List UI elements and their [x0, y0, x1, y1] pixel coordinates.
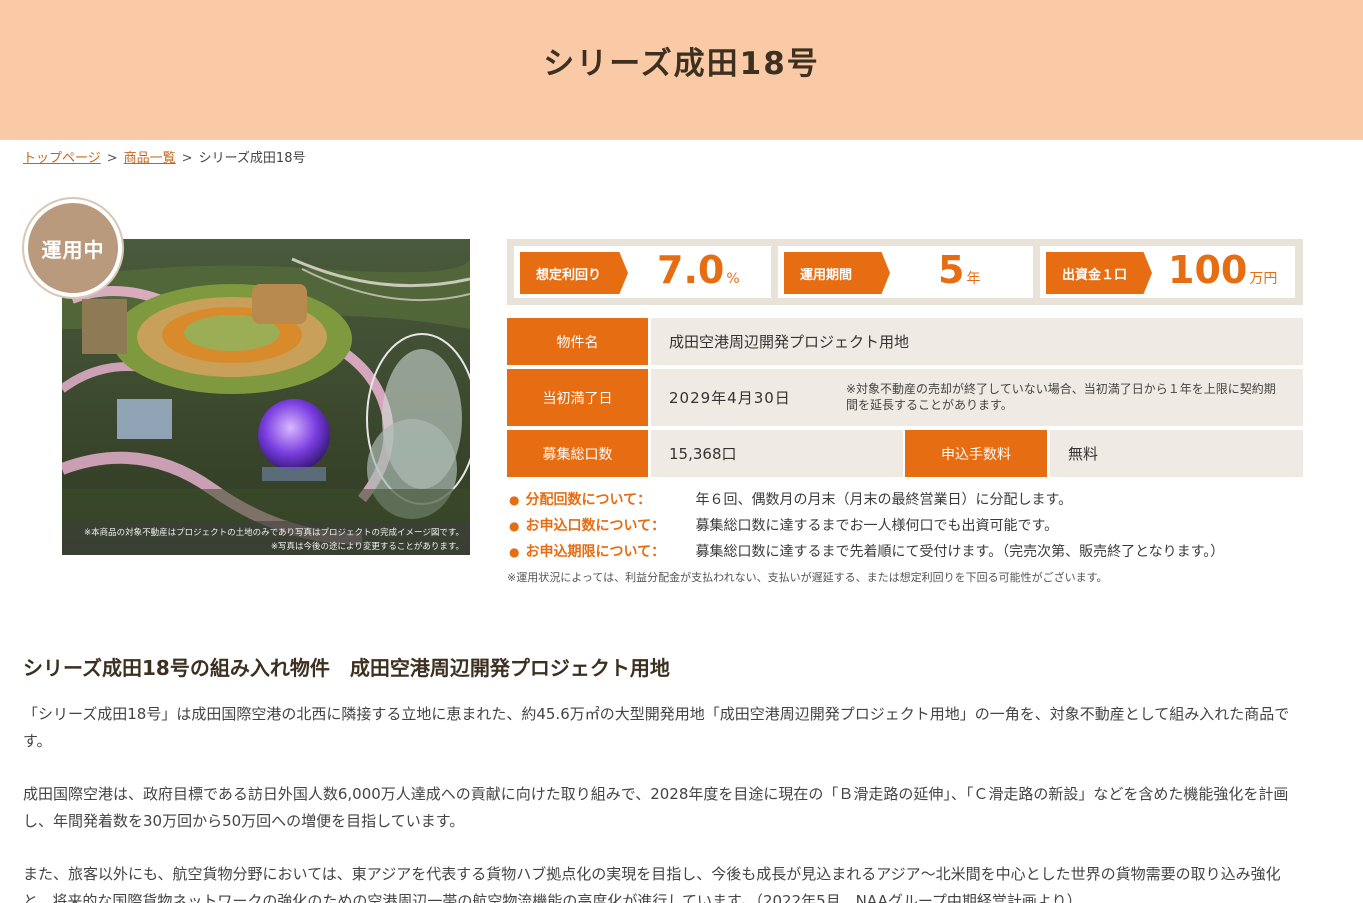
page-header: シリーズ成田18号 [0, 0, 1363, 140]
info-text: 募集総口数に達するまでお一人様何口でも出資可能です。 [695, 518, 1059, 534]
section-paragraph: 成田国際空港は、政府目標である訪日外国人数6,000万人達成への貢献に向けた取り… [23, 785, 1289, 830]
stat-number: 100 [1168, 248, 1248, 292]
breadcrumb-list-link[interactable]: 商品一覧 [124, 151, 176, 166]
info-label: お申込期限について： [525, 544, 666, 560]
stat-unit: % [726, 271, 740, 287]
stat-yield: 想定利回り 7.0% [514, 246, 771, 298]
maturity-date-label: 当初満了日 [507, 369, 648, 426]
section-paragraph: また、旅客以外にも、航空貨物分野においては、東アジアを代表する貨物ハブ拠点化の実… [23, 865, 1281, 903]
total-units-label: 募集総口数 [507, 430, 648, 477]
stat-label: 出資金１口 [1046, 252, 1152, 294]
status-badge: 運用中 [24, 199, 122, 297]
info-text: 年６回、偶数月の月末（月末の最終営業日）に分配します。 [695, 492, 1073, 508]
section-title: シリーズ成田18号の組み入れ物件 成田空港周辺開発プロジェクト用地 [23, 656, 670, 680]
property-name-value: 成田空港周辺開発プロジェクト用地 [651, 318, 1303, 365]
risk-disclaimer: ※運用状況によっては、利益分配金が支払われない、支払いが遅延する、または想定利回… [507, 571, 1108, 584]
total-units-value: 15,368口 [651, 430, 903, 477]
stat-unit-price: 出資金１口 100 万円 [1040, 246, 1295, 298]
stat-value-unit-price: 100 万円 [1168, 248, 1277, 292]
breadcrumb-home-link[interactable]: トップページ [23, 151, 101, 166]
photo-caption-line: ※本商品の対象不動産はプロジェクトの土地のみであり写真はプロジェクトの完成イメー… [83, 528, 464, 538]
bullet-icon: ● [509, 519, 520, 533]
info-units-per-person: ● お申込口数について： 募集総口数に達するまでお一人様何口でも出資可能です。 [509, 515, 1058, 535]
key-stats-bar: 想定利回り 7.0% 運用期間 5年 出資金１口 100 万円 [507, 239, 1303, 305]
maturity-note: ※対象不動産の売却が終了していない場合、当初満了日から１年を上限に契約期間を延長… [846, 382, 1276, 412]
stat-value-term: 5年 [938, 248, 980, 292]
bullet-icon: ● [509, 493, 520, 507]
stat-unit: 万円 [1249, 271, 1278, 287]
maturity-date-value: 2029年4月30日 [669, 389, 791, 407]
info-distribution: ● 分配回数について： 年６回、偶数月の月末（月末の最終営業日）に分配します。 [509, 489, 1072, 509]
stat-label: 運用期間 [784, 252, 890, 294]
stat-unit: 年 [966, 271, 981, 287]
stat-number: 5 [938, 248, 965, 292]
breadcrumb: トップページ > 商品一覧 > シリーズ成田18号 [23, 147, 305, 166]
info-text: 募集総口数に達するまで先着順にて受付けます。（完売次第、販売終了となります。） [695, 544, 1225, 560]
info-label: お申込口数について： [525, 518, 666, 534]
page-title: シリーズ成田18号 [543, 46, 820, 82]
breadcrumb-separator: > [181, 151, 193, 166]
breadcrumb-current: シリーズ成田18号 [198, 151, 306, 166]
property-rendering-image [62, 239, 470, 555]
stat-value-yield: 7.0% [657, 248, 740, 292]
breadcrumb-separator: > [106, 151, 118, 166]
info-deadline: ● お申込期限について： 募集総口数に達するまで先着順にて受付けます。（完売次第、販… [509, 541, 1224, 561]
application-fee-label: 申込手数料 [905, 430, 1047, 477]
stat-label: 想定利回り [520, 252, 628, 294]
application-fee-value: 無料 [1050, 430, 1303, 477]
photo-caption: ※本商品の対象不動産はプロジェクトの土地のみであり写真はプロジェクトの完成イメー… [62, 521, 470, 555]
property-name-label: 物件名 [507, 318, 648, 365]
property-photo: ※本商品の対象不動産はプロジェクトの土地のみであり写真はプロジェクトの完成イメー… [62, 239, 470, 555]
photo-caption-line: ※写真は今後の途により変更することがあります。 [270, 542, 464, 552]
section-paragraph: 「シリーズ成田18号」は成田国際空港の北西に隣接する立地に恵まれた、約45.6万… [23, 705, 1290, 750]
stat-term: 運用期間 5年 [778, 246, 1033, 298]
bullet-icon: ● [509, 545, 520, 559]
stat-number: 7.0 [657, 248, 725, 292]
info-label: 分配回数について： [525, 492, 652, 508]
